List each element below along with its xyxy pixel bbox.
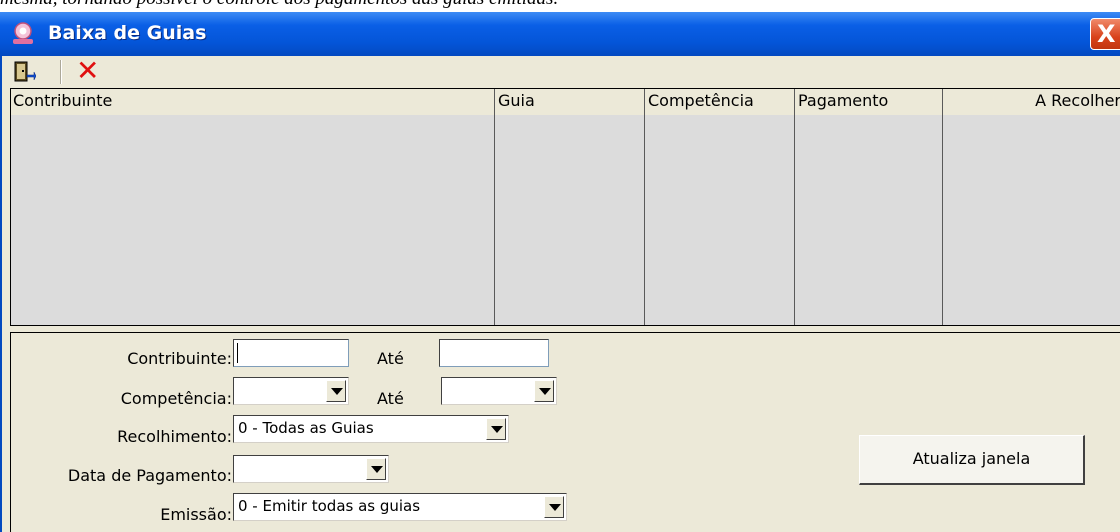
competencia-label: Competência: (120, 389, 232, 408)
column-header-pagamento[interactable]: Pagamento (798, 91, 888, 110)
competencia-ate-label: Até (377, 389, 404, 408)
filter-form: Contribuinte: Até Competência: Até Recol… (10, 332, 1120, 532)
close-button[interactable]: X (1090, 18, 1120, 50)
document-text: mesma, tornando possível o controle dos … (0, 0, 558, 10)
chevron-down-icon[interactable] (326, 380, 346, 402)
contribuinte-to-input[interactable] (439, 339, 549, 367)
recolhimento-value: 0 - Todas as Guias (238, 419, 374, 437)
emissao-label: Emissão: (160, 505, 232, 524)
toolbar: ✕ (2, 56, 1120, 88)
chevron-down-icon[interactable] (486, 418, 506, 440)
app-icon (13, 22, 33, 44)
contribuinte-label: Contribuinte: (127, 349, 232, 368)
emissao-select[interactable]: 0 - Emitir todas as guias (233, 493, 567, 521)
column-competencia: Competência (645, 89, 795, 325)
window-title: Baixa de Guias (48, 22, 207, 44)
data-pagamento-select[interactable] (233, 455, 389, 483)
column-header-competencia[interactable]: Competência (648, 91, 754, 110)
window-body: ✕ Contribuinte Guia Competência Pagament… (0, 56, 1120, 532)
recolhimento-label: Recolhimento: (117, 427, 232, 446)
delete-x-icon[interactable]: ✕ (76, 57, 102, 85)
guias-grid[interactable]: Contribuinte Guia Competência Pagamento … (10, 88, 1120, 326)
exit-door-icon[interactable] (12, 60, 36, 84)
column-pagamento: Pagamento (795, 89, 943, 325)
close-icon: X (1097, 20, 1116, 48)
column-header-guia[interactable]: Guia (498, 91, 535, 110)
chevron-down-icon[interactable] (544, 496, 564, 518)
data-pagamento-label: Data de Pagamento: (67, 466, 232, 485)
column-header-a-recolher[interactable]: A Recolher (1035, 91, 1120, 110)
column-guia: Guia (495, 89, 645, 325)
competencia-from-select[interactable] (233, 377, 349, 405)
column-header-contribuinte[interactable]: Contribuinte (13, 91, 112, 110)
atualiza-janela-button[interactable]: Atualiza janela (859, 435, 1085, 485)
column-contribuinte: Contribuinte (11, 89, 495, 325)
toolbar-separator (60, 60, 62, 84)
emissao-value: 0 - Emitir todas as guias (238, 497, 421, 515)
window-titlebar: Baixa de Guias X (0, 12, 1120, 56)
text-caret (237, 343, 238, 363)
chevron-down-icon[interactable] (366, 458, 386, 480)
contribuinte-ate-label: Até (377, 349, 404, 368)
column-a-recolher: A Recolher (943, 89, 1120, 325)
recolhimento-select[interactable]: 0 - Todas as Guias (233, 415, 509, 443)
chevron-down-icon[interactable] (534, 380, 554, 402)
contribuinte-from-input[interactable] (233, 339, 349, 367)
competencia-to-select[interactable] (441, 377, 557, 405)
